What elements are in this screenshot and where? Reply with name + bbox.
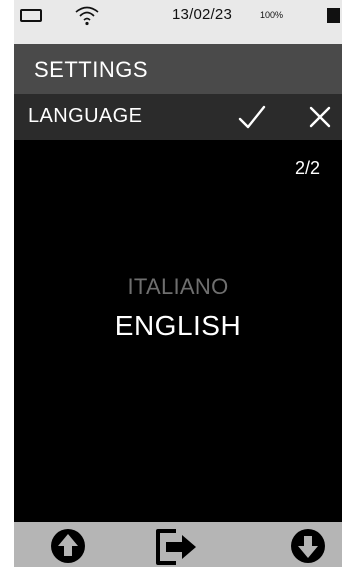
arrow-up-circle-icon[interactable] — [38, 522, 98, 567]
section-title: LANGUAGE — [28, 105, 143, 127]
language-list: 2/2 ITALIANO ENGLISH — [14, 140, 342, 522]
header: SETTINGS — [14, 44, 342, 94]
device-screen: 13/02/23 100% SETTINGS LANGUAGE 2/2 ITAL… — [14, 0, 342, 567]
arrow-down-circle-icon[interactable] — [278, 522, 338, 567]
status-date: 13/02/23 — [172, 6, 232, 23]
close-icon[interactable] — [306, 104, 334, 130]
battery-percent: 100% — [260, 10, 284, 20]
bottom-navigation-bar — [14, 522, 342, 567]
wifi-icon — [75, 6, 99, 26]
language-option-italiano[interactable]: ITALIANO — [14, 274, 342, 300]
checkmark-icon[interactable] — [236, 102, 268, 132]
language-option-english[interactable]: ENGLISH — [14, 310, 342, 342]
page-title: SETTINGS — [34, 57, 149, 82]
battery-level-icon — [327, 8, 340, 23]
status-bar: 13/02/23 100% — [14, 0, 342, 44]
battery-outline-icon — [20, 9, 42, 22]
page-indicator: 2/2 — [294, 158, 320, 178]
language-header: LANGUAGE — [14, 94, 342, 140]
exit-icon[interactable] — [148, 522, 208, 567]
